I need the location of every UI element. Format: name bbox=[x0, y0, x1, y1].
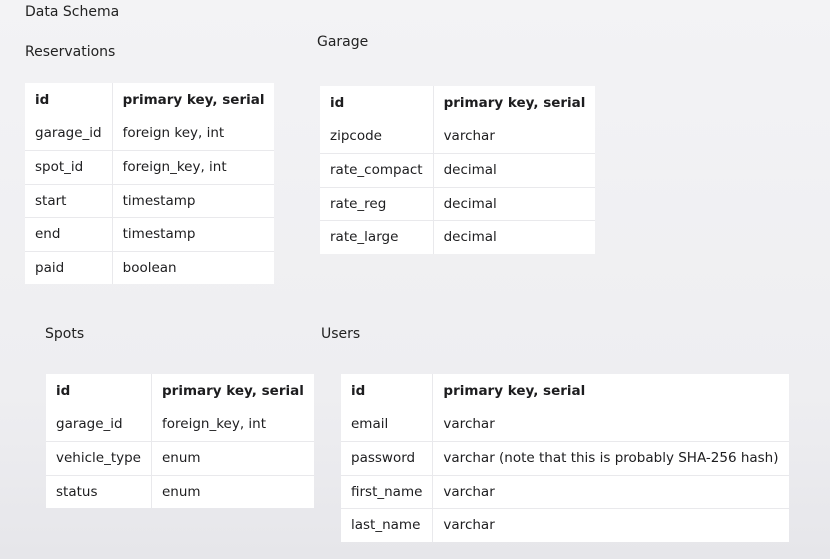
field-name-cell: rate_large bbox=[330, 229, 399, 246]
users-title: Users bbox=[321, 326, 361, 342]
field-name-cell: garage_id bbox=[46, 408, 152, 442]
field-name-cell: vehicle_type bbox=[46, 441, 152, 476]
garage-title: Garage bbox=[317, 34, 369, 50]
field-type-cell: varchar bbox=[432, 408, 789, 442]
field-name-cell: rate_compact bbox=[320, 153, 434, 188]
table-header-row: id primary key, serial bbox=[46, 374, 314, 408]
table-header-row: id primary key, serial bbox=[341, 374, 789, 408]
field-type-cell: enum bbox=[150, 475, 314, 508]
field-name-cell: zipcode bbox=[320, 120, 434, 154]
table-header-row: id primary key, serial bbox=[25, 83, 275, 117]
field-type-cell: foreign_key, int bbox=[111, 150, 275, 185]
field-name-cell: email bbox=[341, 408, 433, 442]
field-name-cell: last_name bbox=[351, 517, 421, 534]
table-row: first_name varchar bbox=[341, 475, 789, 509]
table-row: vehicle_type enum bbox=[46, 441, 314, 476]
field-name-cell: garage_id bbox=[25, 117, 113, 151]
table-header-row: id primary key, serial bbox=[320, 86, 596, 120]
field-type-cell: timestamp bbox=[111, 184, 275, 218]
table-row: paid boolean bbox=[25, 251, 275, 284]
field-name-cell: start bbox=[25, 184, 113, 218]
field-type-cell: varchar (note that this is probably SHA-… bbox=[432, 441, 789, 476]
spots-table: id primary key, serial garage_id foreign… bbox=[46, 374, 314, 508]
field-type-cell: varchar bbox=[432, 508, 789, 542]
field-name-cell: rate_reg bbox=[320, 187, 434, 221]
field-type-cell: foreign_key, int bbox=[150, 408, 314, 442]
field-type-cell: decimal bbox=[432, 187, 596, 221]
table-row: password varchar (note that this is prob… bbox=[341, 441, 789, 476]
spots-title: Spots bbox=[45, 326, 85, 342]
field-type-cell: varchar bbox=[432, 475, 789, 509]
field-type-cell: timestamp bbox=[111, 217, 275, 252]
field-type-cell: boolean bbox=[111, 251, 275, 284]
table-row: rate_reg decimal bbox=[320, 187, 596, 221]
users-table: id primary key, serial email varchar pas… bbox=[341, 374, 789, 542]
field-name-cell: status bbox=[56, 483, 98, 500]
field-name-cell: id bbox=[56, 383, 71, 399]
table-row: garage_id foreign_key, int bbox=[46, 408, 314, 442]
table-row: rate_large decimal bbox=[320, 220, 596, 254]
table-row: status enum bbox=[46, 475, 314, 508]
field-type-cell: foreign key, int bbox=[111, 117, 275, 151]
table-row: start timestamp bbox=[25, 184, 275, 218]
page-title: Data Schema bbox=[25, 4, 120, 20]
field-type-cell: decimal bbox=[432, 220, 596, 254]
field-name-cell: first_name bbox=[341, 475, 433, 509]
field-name-cell: spot_id bbox=[25, 150, 113, 185]
field-type-cell: varchar bbox=[432, 120, 596, 154]
field-type-cell: decimal bbox=[432, 153, 596, 188]
field-name-cell: password bbox=[341, 441, 433, 476]
field-name-cell: end bbox=[25, 217, 113, 252]
field-name-cell: id bbox=[351, 383, 366, 399]
field-name-cell: paid bbox=[35, 259, 65, 276]
field-type-cell: primary key, serial bbox=[432, 86, 596, 120]
field-type-cell: primary key, serial bbox=[432, 374, 789, 408]
table-row: end timestamp bbox=[25, 217, 275, 252]
table-row: rate_compact decimal bbox=[320, 153, 596, 188]
table-row: email varchar bbox=[341, 408, 789, 442]
field-type-cell: enum bbox=[150, 441, 314, 476]
field-name-cell: id bbox=[330, 95, 345, 111]
field-type-cell: primary key, serial bbox=[111, 83, 275, 117]
table-row: garage_id foreign key, int bbox=[25, 117, 275, 151]
reservations-title: Reservations bbox=[25, 44, 116, 60]
field-name-cell: id bbox=[35, 92, 50, 108]
garage-table: id primary key, serial zipcode varchar r… bbox=[320, 86, 596, 254]
field-type-cell: primary key, serial bbox=[150, 374, 314, 408]
reservations-table: id primary key, serial garage_id foreign… bbox=[25, 83, 275, 284]
table-row: zipcode varchar bbox=[320, 120, 596, 154]
table-row: last_name varchar bbox=[341, 508, 789, 542]
table-row: spot_id foreign_key, int bbox=[25, 150, 275, 185]
